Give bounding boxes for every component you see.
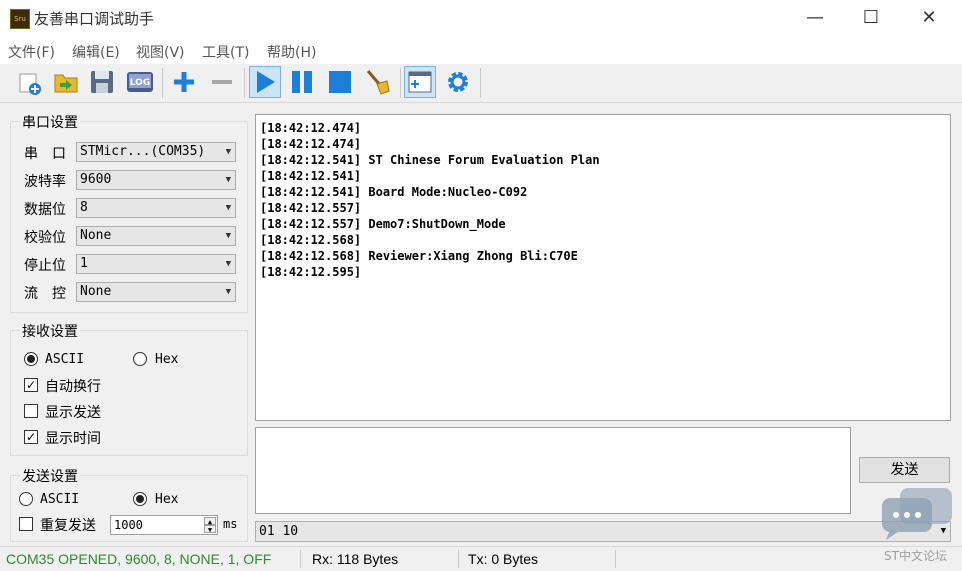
log-line: [18:42:12.541] ST Chinese Forum Evaluati… xyxy=(260,153,600,167)
close-button[interactable]: ✕ xyxy=(906,0,952,36)
log-line: [18:42:12.595] xyxy=(260,265,362,279)
interval-unit-label: ms xyxy=(223,517,238,531)
port-select[interactable]: STMicr...(COM35) ▼ xyxy=(76,142,236,162)
log-line: [18:42:12.541] Board Mode:Nucleo-C092 xyxy=(260,185,528,199)
log-line: [18:42:12.557] xyxy=(260,201,362,215)
receive-hex-label: Hex xyxy=(155,352,179,367)
receive-ascii-label: ASCII xyxy=(45,352,85,367)
baud-rate-select[interactable]: 9600 ▼ xyxy=(76,170,236,190)
auto-newline-label: 自动换行 xyxy=(45,379,101,395)
toolbar: LOG xyxy=(0,64,962,103)
show-send-label: 显示发送 xyxy=(45,405,101,421)
port-status: COM35 OPENED, 9600, 8, NONE, 1, OFF xyxy=(6,551,272,567)
repeat-send-checkbox[interactable] xyxy=(19,517,33,531)
toolbar-divider xyxy=(244,68,245,98)
receive-text-area[interactable]: [18:42:12.474] [18:42:12.474] [18:42:12.… xyxy=(255,114,951,421)
log-line: [18:42:12.557] Demo7:ShutDown_Mode xyxy=(260,217,506,231)
open-folder-icon[interactable] xyxy=(50,66,82,98)
log-line: [18:42:12.474] xyxy=(260,137,362,151)
spin-up-icon[interactable]: ▲ xyxy=(204,517,216,526)
menu-view[interactable]: 视图(V) xyxy=(136,42,185,62)
stop-icon[interactable] xyxy=(324,66,356,98)
send-hex-label: Hex xyxy=(155,492,179,507)
toolbar-divider xyxy=(480,68,481,98)
status-divider xyxy=(300,550,301,568)
show-time-label: 显示时间 xyxy=(45,431,101,447)
chevron-down-icon: ▼ xyxy=(225,147,231,157)
flow-control-select[interactable]: None ▼ xyxy=(76,282,236,302)
baud-rate-label: 波特率 xyxy=(24,174,66,190)
stop-bits-select[interactable]: 1 ▼ xyxy=(76,254,236,274)
maximize-button[interactable]: ☐ xyxy=(848,0,894,36)
watermark-text: ST中文论坛 xyxy=(884,549,947,563)
menu-tools[interactable]: 工具(T) xyxy=(202,42,249,62)
title-bar: Sru 友善串口调试助手 — ☐ ✕ xyxy=(0,0,962,36)
send-ascii-label: ASCII xyxy=(40,492,80,507)
rx-count: Rx: 118 Bytes xyxy=(312,551,399,567)
parity-label: 校验位 xyxy=(24,230,66,246)
send-ascii-radio[interactable] xyxy=(19,492,33,506)
toolbar-divider xyxy=(400,68,401,98)
data-bits-select[interactable]: 8 ▼ xyxy=(76,198,236,218)
serial-settings-title: 串口设置 xyxy=(20,112,80,132)
window-title: 友善串口调试助手 xyxy=(34,10,155,28)
send-text-area[interactable] xyxy=(255,427,851,514)
stop-bits-label: 停止位 xyxy=(24,258,66,274)
menu-edit[interactable]: 编辑(E) xyxy=(72,42,120,62)
repeat-interval-spinbox[interactable]: 1000 ▲ ▼ xyxy=(110,515,218,535)
auto-newline-checkbox[interactable]: ✓ xyxy=(24,378,38,392)
play-icon[interactable] xyxy=(249,66,281,98)
send-history-select[interactable]: 01 10 ▼ xyxy=(255,521,951,542)
status-divider xyxy=(458,550,459,568)
menu-bar: 文件(F) 编辑(E) 视图(V) 工具(T) 帮助(H) xyxy=(0,36,962,64)
send-hex-radio[interactable] xyxy=(133,492,147,506)
flow-control-label: 流 控 xyxy=(24,286,66,302)
log-line: [18:42:12.568] xyxy=(260,233,362,247)
app-icon: Sru xyxy=(10,9,30,29)
show-send-checkbox[interactable] xyxy=(24,404,38,418)
save-icon[interactable] xyxy=(86,66,118,98)
add-window-icon[interactable] xyxy=(404,66,436,98)
remove-icon[interactable] xyxy=(206,66,238,98)
parity-select[interactable]: None ▼ xyxy=(76,226,236,246)
log-line: [18:42:12.474] xyxy=(260,121,362,135)
chevron-down-icon: ▼ xyxy=(225,287,231,297)
port-label: 串 口 xyxy=(24,146,66,162)
add-icon[interactable] xyxy=(168,66,200,98)
receive-ascii-radio[interactable] xyxy=(24,352,38,366)
data-bits-label: 数据位 xyxy=(24,202,66,218)
log-line: [18:42:12.541] xyxy=(260,169,362,183)
spin-down-icon[interactable]: ▼ xyxy=(204,525,216,534)
log-icon[interactable]: LOG xyxy=(124,66,156,98)
status-bar: COM35 OPENED, 9600, 8, NONE, 1, OFF Rx: … xyxy=(0,546,962,571)
chevron-down-icon: ▼ xyxy=(225,203,231,213)
show-time-checkbox[interactable]: ✓ xyxy=(24,430,38,444)
tx-count: Tx: 0 Bytes xyxy=(468,551,539,567)
menu-file[interactable]: 文件(F) xyxy=(8,42,55,62)
new-session-icon[interactable] xyxy=(14,66,46,98)
menu-help[interactable]: 帮助(H) xyxy=(267,42,316,62)
send-button[interactable]: 发送 xyxy=(859,457,950,483)
minimize-button[interactable]: — xyxy=(792,0,838,36)
send-settings-title: 发送设置 xyxy=(20,466,80,486)
forum-logo-icon xyxy=(880,486,954,542)
clear-broom-icon[interactable] xyxy=(362,66,394,98)
chevron-down-icon: ▼ xyxy=(225,259,231,269)
chevron-down-icon: ▼ xyxy=(225,231,231,241)
receive-settings-title: 接收设置 xyxy=(20,321,80,341)
receive-hex-radio[interactable] xyxy=(133,352,147,366)
status-divider xyxy=(615,550,616,568)
chevron-down-icon: ▼ xyxy=(225,175,231,185)
settings-gear-icon[interactable] xyxy=(442,66,474,98)
log-line: [18:42:12.568] Reviewer:Xiang Zhong Bli:… xyxy=(260,249,578,263)
svg-text:LOG: LOG xyxy=(130,78,150,88)
pause-icon[interactable] xyxy=(286,66,318,98)
toolbar-divider xyxy=(162,68,163,98)
repeat-send-label: 重复发送 xyxy=(40,518,96,534)
